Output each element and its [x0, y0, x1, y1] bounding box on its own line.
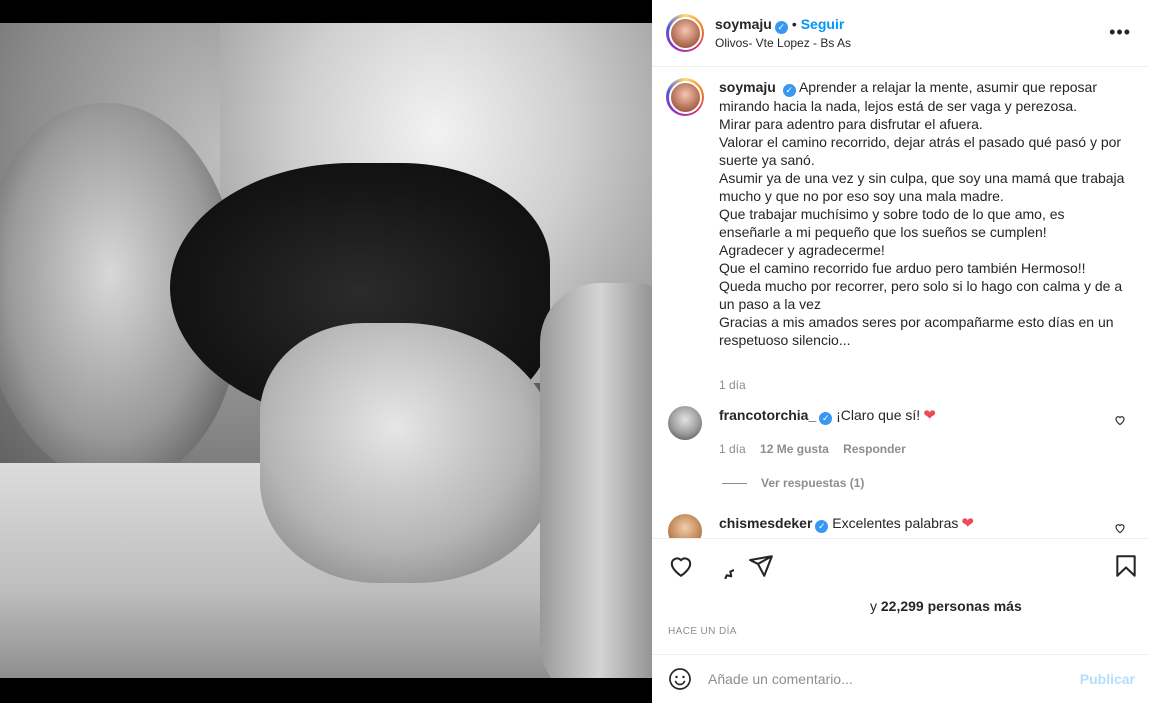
comment-body: chismesdeker ✓ Excelentes palabras ❤: [719, 514, 974, 538]
comment-time[interactable]: 1 día: [719, 442, 746, 456]
author-meta: soymaju ✓ • Seguir Olivos- Vte Lopez - Bs A…: [715, 15, 851, 52]
view-replies-button[interactable]: Ver respuestas (1): [722, 476, 864, 490]
likes-summary[interactable]: y 22,299 personas más: [870, 598, 1022, 614]
verified-icon: ✓: [819, 412, 833, 425]
caption-author-avatar[interactable]: [666, 78, 704, 116]
post-header: soymaju ✓ • Seguir Olivos- Vte Lopez - Bs A…: [652, 0, 1149, 67]
photo-hand: [540, 283, 652, 678]
author-avatar-image: [668, 16, 702, 50]
comment-item: francotorchia_ ✓ ¡Claro que sí! ❤ 1 día 12…: [666, 406, 1136, 458]
caption-username[interactable]: soymaju: [719, 79, 776, 95]
more-horizontal-icon[interactable]: •••: [1109, 22, 1131, 43]
verified-icon: ✓: [782, 84, 796, 97]
separator-dot: •: [791, 15, 797, 32]
reply-button[interactable]: Responder: [843, 442, 906, 456]
comment-heart-icon[interactable]: [1114, 522, 1126, 534]
share-send-icon[interactable]: [748, 553, 774, 579]
red-heart-emoji: ❤: [923, 407, 936, 424]
comment-bubble-icon[interactable]: [708, 553, 734, 579]
caption-text-block: soymaju ✓ Aprender a relajar la mente, as…: [719, 78, 1129, 349]
verified-icon: ✓: [774, 20, 788, 34]
likes-prefix: y: [870, 598, 881, 614]
commenter-username[interactable]: francotorchia_: [719, 407, 816, 423]
publish-button[interactable]: Publicar: [1080, 671, 1135, 687]
save-bookmark-icon[interactable]: [1113, 553, 1139, 579]
posted-time[interactable]: HACE UN DÍA: [668, 626, 737, 637]
like-heart-icon[interactable]: [668, 553, 694, 579]
comment-item: chismesdeker ✓ Excelentes palabras ❤: [666, 514, 1136, 538]
commenter-username[interactable]: chismesdeker: [719, 515, 812, 531]
caption-text: Aprender a relajar la mente, asumir que …: [719, 79, 1125, 348]
post-caption: soymaju ✓ Aprender a relajar la mente, as…: [666, 78, 1136, 392]
comments-scroll-area[interactable]: soymaju ✓ Aprender a relajar la mente, as…: [652, 68, 1149, 538]
post-side-panel: soymaju ✓ • Seguir Olivos- Vte Lopez - Bs A…: [652, 0, 1149, 703]
commenter-avatar[interactable]: [668, 514, 702, 538]
author-username[interactable]: soymaju: [715, 16, 772, 32]
replies-divider: [722, 482, 747, 484]
caption-time[interactable]: 1 día: [719, 378, 746, 392]
view-replies-label: Ver respuestas (1): [761, 476, 865, 490]
commenter-avatar[interactable]: [668, 406, 702, 440]
red-heart-emoji: ❤: [961, 515, 974, 532]
post-photo[interactable]: [0, 23, 652, 678]
comment-input[interactable]: [708, 671, 1068, 687]
post-actions-bar: y 22,299 personas más HACE UN DÍA: [652, 538, 1149, 658]
comment-body: francotorchia_ ✓ ¡Claro que sí! ❤ 1 día 12…: [719, 406, 936, 458]
post-location[interactable]: Olivos- Vte Lopez - Bs As: [715, 34, 851, 52]
add-comment-bar: Publicar: [652, 654, 1149, 703]
instagram-post-modal: soymaju ✓ • Seguir Olivos- Vte Lopez - Bs A…: [0, 0, 1149, 703]
likes-count: 22,299 personas más: [880, 598, 1022, 614]
comment-meta: 1 día 12 Me gusta Responder: [719, 440, 936, 458]
author-avatar[interactable]: [666, 14, 704, 52]
caption-avatar-image: [668, 80, 702, 114]
follow-button[interactable]: Seguir: [801, 16, 845, 32]
comment-text: Excelentes palabras: [832, 515, 959, 531]
verified-icon: ✓: [815, 520, 829, 533]
comment-heart-icon[interactable]: [1114, 414, 1126, 426]
emoji-icon[interactable]: [668, 667, 692, 691]
comment-text: ¡Claro que sí!: [836, 407, 921, 423]
comment-likes[interactable]: 12 Me gusta: [760, 442, 829, 456]
